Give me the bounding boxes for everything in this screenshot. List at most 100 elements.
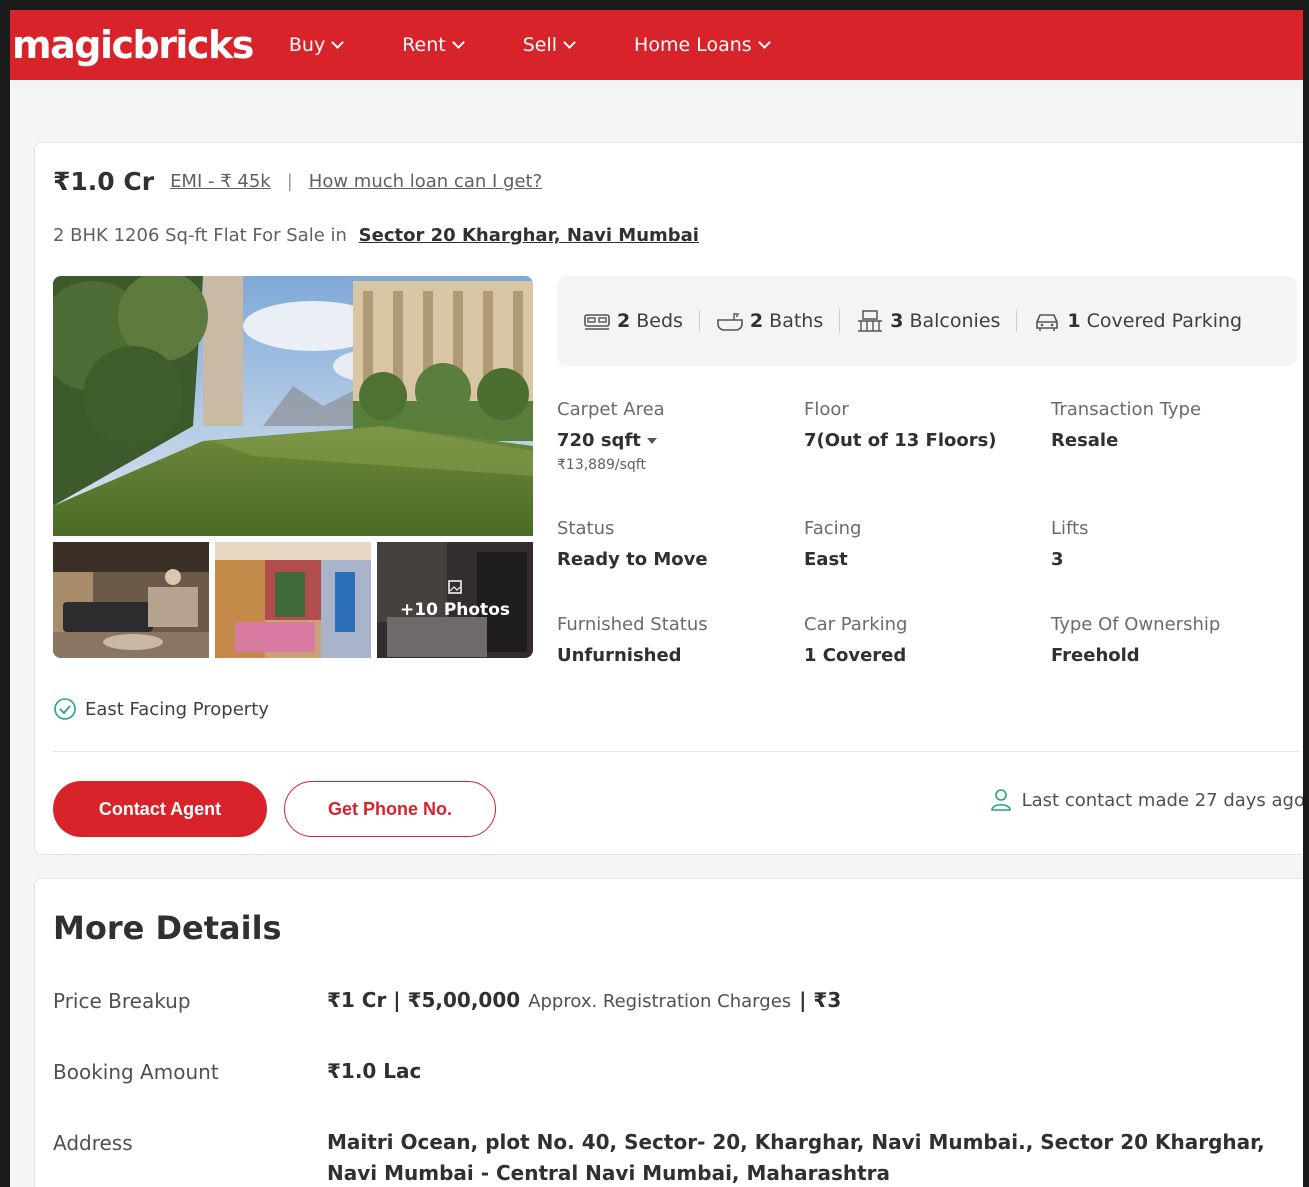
property-location-link[interactable]: Sector 20 Kharghar, Navi Mumbai: [359, 225, 699, 246]
chevron-down-icon: [331, 35, 345, 49]
spec-car-parking: Car Parking 1 Covered: [804, 614, 907, 666]
spec-transaction-type: Transaction Type Resale: [1051, 399, 1201, 451]
nav-rent[interactable]: Rent: [402, 34, 465, 56]
spec-value: 1 Covered: [804, 645, 907, 666]
car-icon: [1036, 314, 1059, 331]
price-breakup-row: Price Breakup ₹1 Cr | ₹5,00,000 Approx. R…: [53, 988, 1287, 1017]
chevron-down-icon: [451, 35, 465, 49]
booking-amount-value: ₹1.0 Lac: [327, 1059, 422, 1083]
price-separator: |: [286, 171, 293, 192]
spec-label: Car Parking: [804, 614, 908, 635]
balconies-label: Balconies: [909, 310, 1001, 332]
chevron-down-icon: [757, 35, 771, 49]
spec-value: 720 sqft: [557, 430, 641, 451]
spec-label: Status: [557, 518, 615, 539]
price-breakup-label: Price Breakup: [53, 989, 191, 1013]
spec-ownership: Type Of Ownership Freehold: [1051, 614, 1220, 666]
parking-count: 1: [1067, 310, 1081, 332]
amenities-summary: 2 Beds 2 Baths 3 Balconies 1 Covered Parking: [557, 276, 1297, 366]
property-title: 2 BHK 1206 Sq-ft Flat For Sale in Sector…: [53, 225, 699, 246]
spec-label: Transaction Type: [1051, 399, 1202, 420]
thumbnail-photo-more[interactable]: +10 Photos: [377, 542, 533, 658]
get-phone-button[interactable]: Get Phone No.: [284, 781, 496, 837]
more-options-icon[interactable]: [1304, 169, 1309, 192]
thumbnail-photo-living-room[interactable]: [53, 542, 209, 658]
more-details-card: More Details Price Breakup ₹1 Cr | ₹5,00…: [34, 878, 1303, 1187]
nav-buy-label: Buy: [288, 34, 326, 56]
more-photos-overlay[interactable]: +10 Photos: [377, 542, 533, 658]
magicbricks-logo[interactable]: magicbricks: [12, 23, 254, 67]
price-row: ₹1.0 Cr EMI - ₹ 45k | How much loan can …: [53, 167, 542, 196]
address-label: Address: [53, 1131, 133, 1155]
property-highlight: East Facing Property: [53, 697, 269, 721]
booking-amount-label: Booking Amount: [53, 1060, 219, 1084]
price-breakup-amount: ₹1 Cr | ₹5,00,000: [327, 988, 521, 1012]
browser-viewport: magicbricks Buy Rent Sell Home Loans ₹1.…: [0, 0, 1309, 1187]
top-navbar: magicbricks Buy Rent Sell Home Loans: [10, 10, 1303, 80]
divider: [53, 751, 1299, 752]
more-details-title: More Details: [53, 909, 282, 947]
bath-icon: [717, 313, 743, 331]
nav-home-loans[interactable]: Home Loans: [634, 34, 771, 56]
amenity-beds: 2 Beds: [567, 310, 699, 332]
beds-label: Beds: [636, 310, 683, 332]
booking-amount-row: Booking Amount ₹1.0 Lac: [53, 1059, 1287, 1087]
spec-value: Ready to Move: [557, 549, 708, 570]
spec-value: Resale: [1051, 430, 1119, 451]
address-row: Address Maitri Ocean, plot No. 40, Secto…: [53, 1130, 1287, 1187]
spec-value: 7(Out of 13 Floors): [804, 430, 997, 451]
spec-label: Facing: [804, 518, 862, 539]
property-card: ₹1.0 Cr EMI - ₹ 45k | How much loan can …: [34, 142, 1309, 855]
spec-lifts: Lifts 3: [1051, 518, 1089, 570]
carpet-area-dropdown[interactable]: 720 sqft: [557, 430, 665, 451]
nav-home-loans-label: Home Loans: [634, 34, 752, 56]
last-contact-info: Last contact made 27 days ago: [990, 788, 1305, 812]
spec-label: Type Of Ownership: [1051, 614, 1221, 635]
spec-value: Unfurnished: [557, 645, 682, 666]
spec-furnished-status: Furnished Status Unfurnished: [557, 614, 708, 666]
beds-count: 2: [617, 310, 631, 332]
spec-value: Freehold: [1051, 645, 1140, 666]
bed-icon: [584, 314, 610, 330]
baths-label: Baths: [769, 310, 824, 332]
spec-value: East: [804, 549, 848, 570]
contact-agent-button[interactable]: Contact Agent: [53, 781, 267, 837]
highlight-text: East Facing Property: [85, 698, 269, 720]
address-value: Maitri Ocean, plot No. 40, Sector- 20, K…: [327, 1130, 1265, 1185]
loan-eligibility-link[interactable]: How much loan can I get?: [309, 171, 542, 192]
spec-carpet-area: Carpet Area 720 sqft ₹13,889/sqft: [557, 399, 665, 473]
price-breakup-value: ₹1 Cr | ₹5,00,000 Approx. Registration Ch…: [327, 985, 1287, 1017]
main-property-photo[interactable]: [53, 276, 533, 536]
check-circle-icon: [54, 698, 76, 720]
registration-charges-label: Approx. Registration Charges: [528, 991, 792, 1012]
registration-charges-value: | ₹3: [799, 988, 842, 1012]
nav-sell-label: Sell: [522, 34, 558, 56]
nav-rent-label: Rent: [402, 34, 446, 56]
nav-buy[interactable]: Buy: [288, 34, 345, 56]
emi-link[interactable]: EMI - ₹ 45k: [170, 171, 271, 192]
last-contact-text: Last contact made 27 days ago: [1021, 789, 1305, 811]
price-per-sqft: ₹13,889/sqft: [557, 457, 646, 473]
spec-floor: Floor 7(Out of 13 Floors): [804, 399, 997, 451]
property-title-text: 2 BHK 1206 Sq-ft Flat For Sale in: [53, 225, 347, 246]
spec-label: Carpet Area: [557, 399, 665, 420]
more-photos-label: +10 Photos: [400, 600, 510, 620]
caret-down-icon: [646, 438, 657, 444]
spec-value: 3: [1051, 549, 1064, 570]
balconies-count: 3: [890, 310, 904, 332]
thumbnail-photo-bedroom[interactable]: [215, 542, 371, 658]
user-icon: [990, 789, 1011, 811]
chevron-down-icon: [563, 35, 576, 49]
property-price: ₹1.0 Cr: [53, 167, 155, 196]
balcony-icon: [858, 310, 883, 332]
parking-label: Covered Parking: [1086, 310, 1243, 332]
nav-sell[interactable]: Sell: [522, 34, 576, 56]
spec-facing: Facing East: [804, 518, 861, 570]
spec-label: Floor: [804, 399, 849, 420]
spec-status: Status Ready to Move: [557, 518, 708, 570]
image-icon: [448, 580, 462, 594]
amenity-parking: 1 Covered Parking: [1016, 310, 1258, 332]
spec-label: Lifts: [1051, 518, 1089, 539]
spec-label: Furnished Status: [557, 614, 708, 635]
amenity-baths: 2 Baths: [698, 310, 839, 332]
